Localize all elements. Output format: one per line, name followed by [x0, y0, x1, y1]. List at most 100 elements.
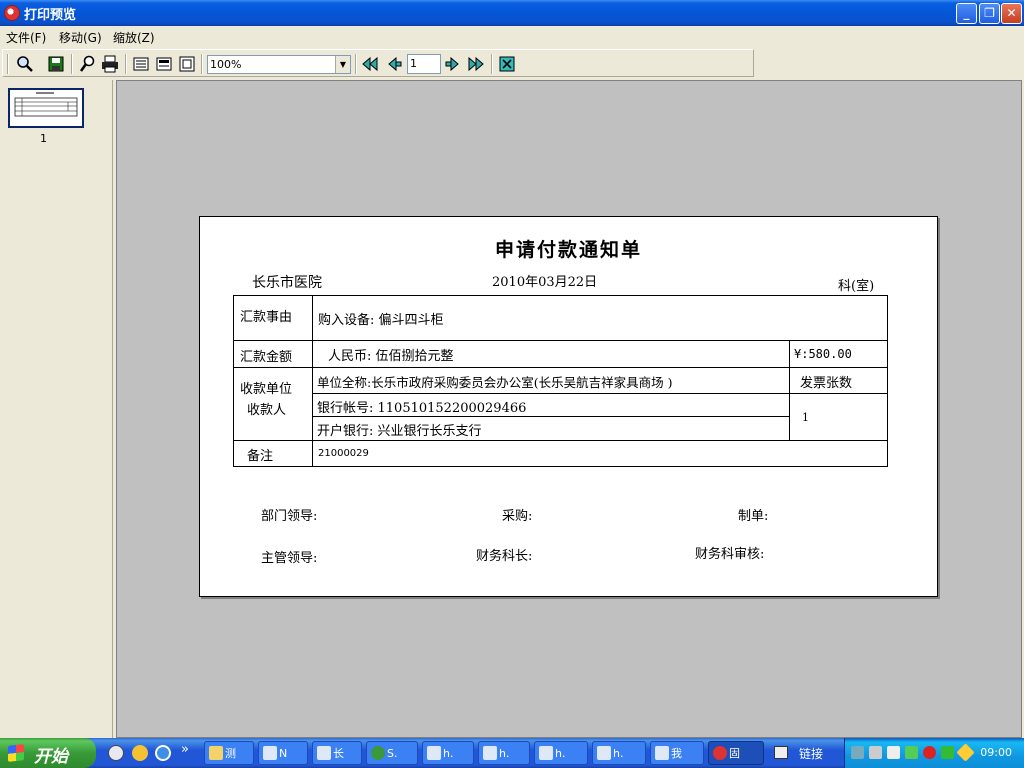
- payee-label: 收款单位: [240, 382, 293, 397]
- note-value: 21000029: [318, 448, 369, 459]
- chevron-right-icon[interactable]: »: [181, 742, 189, 757]
- bank-account: 银行帐号: 110510152200029466: [317, 401, 527, 416]
- volume-icon[interactable]: [887, 746, 900, 759]
- menu-move[interactable]: 移动(G): [59, 29, 102, 46]
- save-icon[interactable]: [46, 54, 66, 74]
- links-toolbar[interactable]: 链接: [799, 745, 823, 762]
- taskbar-item[interactable]: h.: [422, 741, 474, 765]
- thumbnail-preview: [14, 92, 78, 117]
- pen-icon[interactable]: [956, 743, 975, 762]
- department-label: 科(室): [838, 279, 875, 294]
- magnifier-icon[interactable]: [15, 54, 35, 74]
- thumbnail-page-number: 1: [40, 132, 47, 145]
- whole-page-icon[interactable]: [154, 54, 174, 74]
- chevron-down-icon[interactable]: ▼: [335, 56, 350, 73]
- page-number-input[interactable]: 1: [407, 54, 441, 74]
- app-icon: [263, 746, 277, 760]
- page-setup-icon[interactable]: [177, 54, 197, 74]
- system-tray: 09:00: [844, 738, 1024, 768]
- document-icon: [539, 746, 553, 760]
- payee-person-label: 收款人: [247, 403, 287, 418]
- first-page-icon[interactable]: [360, 54, 380, 74]
- security-icon[interactable]: [905, 746, 918, 759]
- toolbar-separator: [201, 54, 203, 74]
- taskbar-item[interactable]: 长: [312, 741, 362, 765]
- next-page-icon[interactable]: [443, 54, 463, 74]
- payment-table: 汇款事由 购入设备: 偏斗四斗柜 汇款金额 人民币: 伍佰捌拾元整 ¥:580.…: [233, 295, 888, 467]
- media-icon[interactable]: [132, 745, 148, 761]
- clock: 09:00: [980, 746, 1012, 759]
- minimize-button[interactable]: _: [956, 3, 977, 24]
- toolbar: 100% ▼ 1: [2, 49, 754, 77]
- document-icon: [483, 746, 497, 760]
- hospital-name: 长乐市医院: [252, 275, 322, 291]
- restore-button[interactable]: ❐: [979, 3, 1000, 24]
- bank-name: 开户银行: 兴业银行长乐支行: [317, 424, 482, 439]
- close-preview-icon[interactable]: [497, 54, 517, 74]
- taskbar: 开始 » 测 N 长 S. h. h. h. h. 我 固 链接 09:00: [0, 738, 1024, 768]
- menu-file[interactable]: 文件(F): [6, 29, 46, 46]
- printer-icon[interactable]: [869, 746, 882, 759]
- taskbar-item[interactable]: h.: [478, 741, 530, 765]
- menu-zoom[interactable]: 缩放(Z): [113, 29, 155, 46]
- finance-chief-signature: 财务科长:: [476, 549, 533, 564]
- update-icon[interactable]: [941, 746, 954, 759]
- toolbar-separator: [491, 54, 493, 74]
- amount-number: ¥:580.00: [794, 347, 852, 361]
- start-button[interactable]: 开始: [0, 738, 96, 768]
- purchase-signature: 采购:: [502, 509, 533, 524]
- taskbar-item-active[interactable]: 固: [708, 741, 764, 765]
- zoom-select[interactable]: 100% ▼: [207, 55, 351, 74]
- thumbnail-pane: 1: [0, 80, 113, 738]
- taskbar-item[interactable]: S.: [366, 741, 418, 765]
- close-button[interactable]: ✕: [1001, 3, 1022, 24]
- document-icon: [597, 746, 611, 760]
- table-rule: [313, 416, 789, 417]
- toolbar-separator: [71, 54, 73, 74]
- browser-icon[interactable]: [155, 745, 171, 761]
- taskbar-item[interactable]: h.: [592, 741, 646, 765]
- document-icon: [317, 746, 331, 760]
- taskbar-item[interactable]: N: [258, 741, 308, 765]
- amount-label: 汇款金额: [240, 350, 293, 365]
- taskbar-item[interactable]: 我: [650, 741, 704, 765]
- window-title: 打印预览: [24, 8, 77, 23]
- table-rule: [313, 393, 887, 394]
- invoice-count: 1: [802, 411, 809, 424]
- previous-page-icon[interactable]: [384, 54, 404, 74]
- print-preview-icon: [713, 746, 727, 760]
- toolbar-separator: [7, 54, 9, 74]
- payee-full-name: 单位全称:长乐市政府采购委员会办公室(长乐吴航吉祥家具商场 ): [317, 375, 673, 390]
- app-icon: [655, 746, 669, 760]
- maker-signature: 制单:: [738, 509, 769, 524]
- toolbar-separator: [125, 54, 127, 74]
- stop-icon[interactable]: [923, 746, 936, 759]
- dept-leader-signature: 部门领导:: [261, 509, 318, 524]
- desktop-icon[interactable]: [108, 745, 124, 761]
- app-icon: [4, 5, 20, 21]
- keyboard-icon[interactable]: [774, 746, 788, 759]
- document-date: 2010年03月22日: [492, 275, 598, 290]
- amount-words: 人民币: 伍佰捌拾元整: [328, 349, 454, 364]
- supervisor-signature: 主管领导:: [261, 551, 318, 566]
- last-page-icon[interactable]: [466, 54, 486, 74]
- page-width-icon[interactable]: [131, 54, 151, 74]
- table-rule: [234, 440, 887, 441]
- taskbar-item[interactable]: h.: [534, 741, 588, 765]
- table-rule: [312, 296, 313, 466]
- globe-icon: [371, 746, 385, 760]
- menu-bar: 文件(F) 移动(G) 缩放(Z): [0, 26, 1024, 46]
- windows-logo-icon: [8, 744, 24, 762]
- finance-audit-signature: 财务科审核:: [695, 547, 765, 562]
- print-page: 申请付款通知单 长乐市医院 2010年03月22日 科(室) 汇款事由 购入设备…: [199, 216, 938, 597]
- reason-label: 汇款事由: [240, 310, 293, 325]
- zoom-value: 100%: [210, 58, 242, 71]
- network-icon[interactable]: [851, 746, 864, 759]
- title-bar: 打印预览 _ ❐ ✕: [0, 0, 1024, 26]
- invoice-count-label: 发票张数: [800, 376, 853, 391]
- toolbar-separator: [355, 54, 357, 74]
- find-icon[interactable]: [78, 54, 98, 74]
- taskbar-item[interactable]: 测: [204, 741, 254, 765]
- print-icon[interactable]: [100, 54, 120, 74]
- page-thumbnail[interactable]: [8, 88, 84, 128]
